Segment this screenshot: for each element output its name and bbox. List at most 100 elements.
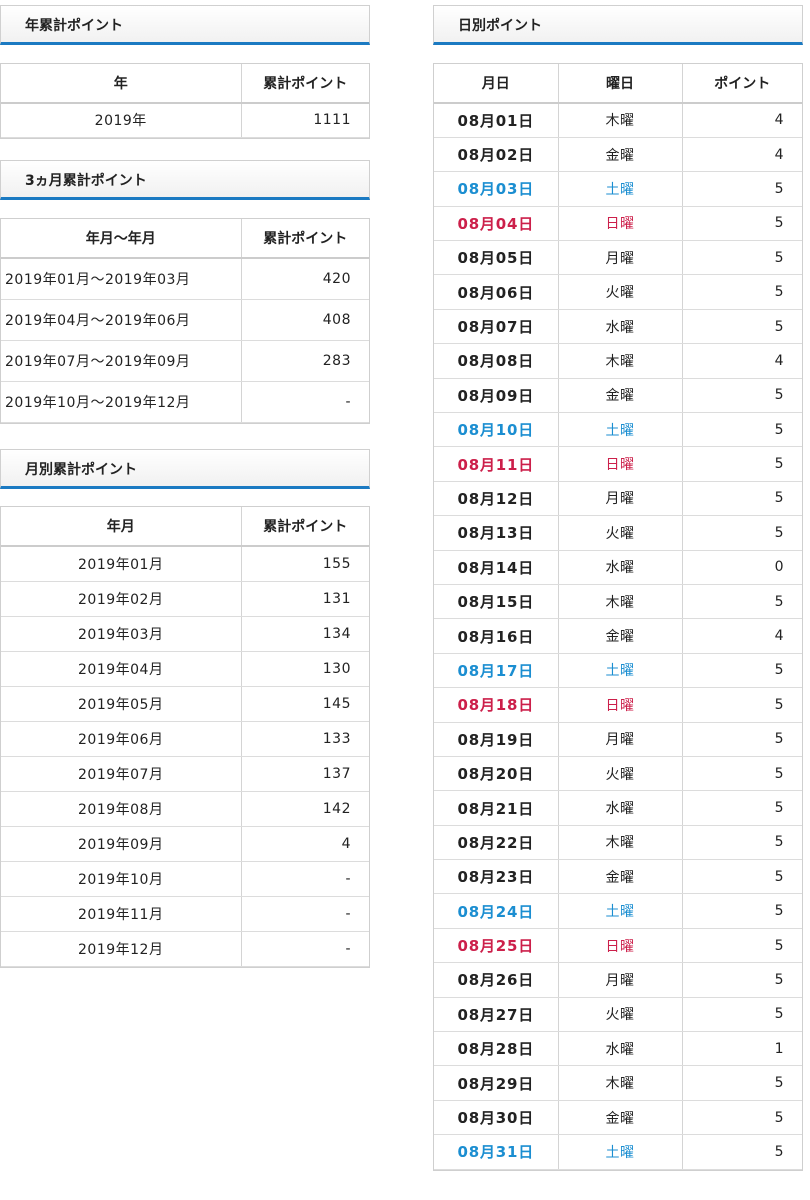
period-cell: 2019年07月～2019年09月 (1, 340, 242, 382)
points-cell: 130 (241, 651, 369, 687)
date-cell: 08月02日 (434, 137, 559, 173)
monthly-section: 月別累計ポイント (0, 449, 370, 489)
date-cell: 08月20日 (434, 756, 559, 792)
table-row: 08月04日 日曜 5 (434, 206, 802, 242)
date-cell: 08月08日 (434, 343, 559, 379)
weekday-cell: 木曜 (558, 1065, 683, 1101)
date-cell: 08月26日 (434, 962, 559, 998)
annual-table: 年 累計ポイント 2019年 1111 (1, 64, 369, 138)
date-cell: 08月10日 (434, 412, 559, 448)
monthly-table: 年月 累計ポイント 2019年01月 155 2019年02月 131 2019年03月… (1, 507, 369, 967)
weekday-cell: 金曜 (558, 378, 683, 414)
weekday-cell: 水曜 (558, 309, 683, 345)
table-row: 08月07日 水曜 5 (434, 309, 802, 345)
col-header-date: 月日 (434, 64, 559, 104)
monthly-table-wrap: 年月 累計ポイント 2019年01月 155 2019年02月 131 2019年03月… (0, 506, 370, 968)
date-cell: 08月28日 (434, 1031, 559, 1067)
points-cell: 4 (682, 103, 802, 138)
points-cell: 5 (682, 378, 802, 414)
table-row: 2019年04月 130 (1, 651, 369, 687)
points-cell: 5 (682, 240, 802, 276)
year-month-cell: 2019年12月 (1, 931, 242, 967)
points-cell: 4 (682, 343, 802, 379)
points-cell: 5 (682, 722, 802, 757)
table-row: 08月08日 木曜 4 (434, 343, 802, 379)
points-cell: 5 (682, 893, 802, 929)
weekday-cell: 土曜 (558, 1134, 683, 1170)
table-row: 08月19日 月曜 5 (434, 722, 802, 757)
points-cell: 5 (682, 206, 802, 242)
points-cell: 1 (682, 1031, 802, 1067)
weekday-cell: 月曜 (558, 481, 683, 517)
year-month-cell: 2019年10月 (1, 861, 242, 897)
table-row: 08月02日 金曜 4 (434, 137, 802, 173)
table-row: 08月31日 土曜 5 (434, 1134, 802, 1170)
period-cell: 2019年01月～2019年03月 (1, 258, 242, 300)
points-cell: 420 (241, 258, 369, 300)
points-cell: 5 (682, 962, 802, 998)
weekday-cell: 火曜 (558, 274, 683, 310)
daily-section: 日別ポイント (433, 5, 803, 45)
table-row: 08月29日 木曜 5 (434, 1065, 802, 1101)
col-header-cumulative-points: 累計ポイント (241, 219, 369, 259)
weekday-cell: 水曜 (558, 790, 683, 826)
table-row: 08月11日 日曜 5 (434, 446, 802, 482)
table-row: 08月03日 土曜 5 (434, 171, 802, 207)
weekday-cell: 火曜 (558, 756, 683, 792)
weekday-cell: 火曜 (558, 997, 683, 1033)
points-cell: 5 (682, 928, 802, 964)
points-cell: - (241, 896, 369, 932)
date-cell: 08月05日 (434, 240, 559, 276)
quarterly-header-row: 年月～年月 累計ポイント (1, 219, 369, 259)
date-cell: 08月23日 (434, 859, 559, 895)
points-cell: 408 (241, 299, 369, 341)
points-cell: 137 (241, 756, 369, 792)
weekday-cell: 月曜 (558, 240, 683, 276)
weekday-cell: 土曜 (558, 893, 683, 929)
table-row: 08月06日 火曜 5 (434, 274, 802, 310)
table-row: 08月23日 金曜 5 (434, 859, 802, 895)
table-row: 2019年04月～2019年06月 408 (1, 299, 369, 341)
daily-header-row: 月日 曜日 ポイント (434, 64, 802, 104)
table-row: 08月24日 土曜 5 (434, 893, 802, 929)
col-header-year: 年 (1, 64, 242, 104)
monthly-header-row: 年月 累計ポイント (1, 507, 369, 547)
points-cell: 5 (682, 515, 802, 551)
table-row: 2019年03月 134 (1, 616, 369, 652)
col-header-weekday: 曜日 (558, 64, 683, 104)
period-cell: 2019年04月～2019年06月 (1, 299, 242, 341)
date-cell: 08月25日 (434, 928, 559, 964)
points-cell: 5 (682, 825, 802, 861)
points-cell: 5 (682, 1065, 802, 1101)
points-cell: 5 (682, 481, 802, 517)
table-row: 08月12日 月曜 5 (434, 481, 802, 517)
year-month-cell: 2019年05月 (1, 686, 242, 722)
year-month-cell: 2019年09月 (1, 826, 242, 862)
date-cell: 08月11日 (434, 446, 559, 482)
annual-section: 年累計ポイント (0, 5, 370, 45)
points-cell: 4 (682, 618, 802, 654)
points-cell: 5 (682, 687, 802, 723)
date-cell: 08月18日 (434, 687, 559, 723)
points-cell: - (241, 381, 369, 423)
date-cell: 08月06日 (434, 274, 559, 310)
quarterly-section: 3ヵ月累計ポイント (0, 160, 370, 200)
points-cell: - (241, 861, 369, 897)
table-row: 2019年 1111 (1, 103, 369, 138)
col-header-cumulative-points: 累計ポイント (241, 507, 369, 547)
points-cell: 5 (682, 1134, 802, 1170)
date-cell: 08月27日 (434, 997, 559, 1033)
table-row: 08月18日 日曜 5 (434, 687, 802, 723)
period-cell: 2019年10月～2019年12月 (1, 381, 242, 423)
table-row: 08月10日 土曜 5 (434, 412, 802, 448)
points-cell: 131 (241, 581, 369, 617)
date-cell: 08月09日 (434, 378, 559, 414)
weekday-cell: 木曜 (558, 825, 683, 861)
points-cell: 5 (682, 653, 802, 689)
weekday-cell: 月曜 (558, 722, 683, 757)
points-cell: 4 (241, 826, 369, 862)
col-header-points: ポイント (682, 64, 802, 104)
table-row: 08月21日 水曜 5 (434, 790, 802, 826)
table-row: 08月05日 月曜 5 (434, 240, 802, 276)
table-row: 2019年10月 - (1, 861, 369, 897)
